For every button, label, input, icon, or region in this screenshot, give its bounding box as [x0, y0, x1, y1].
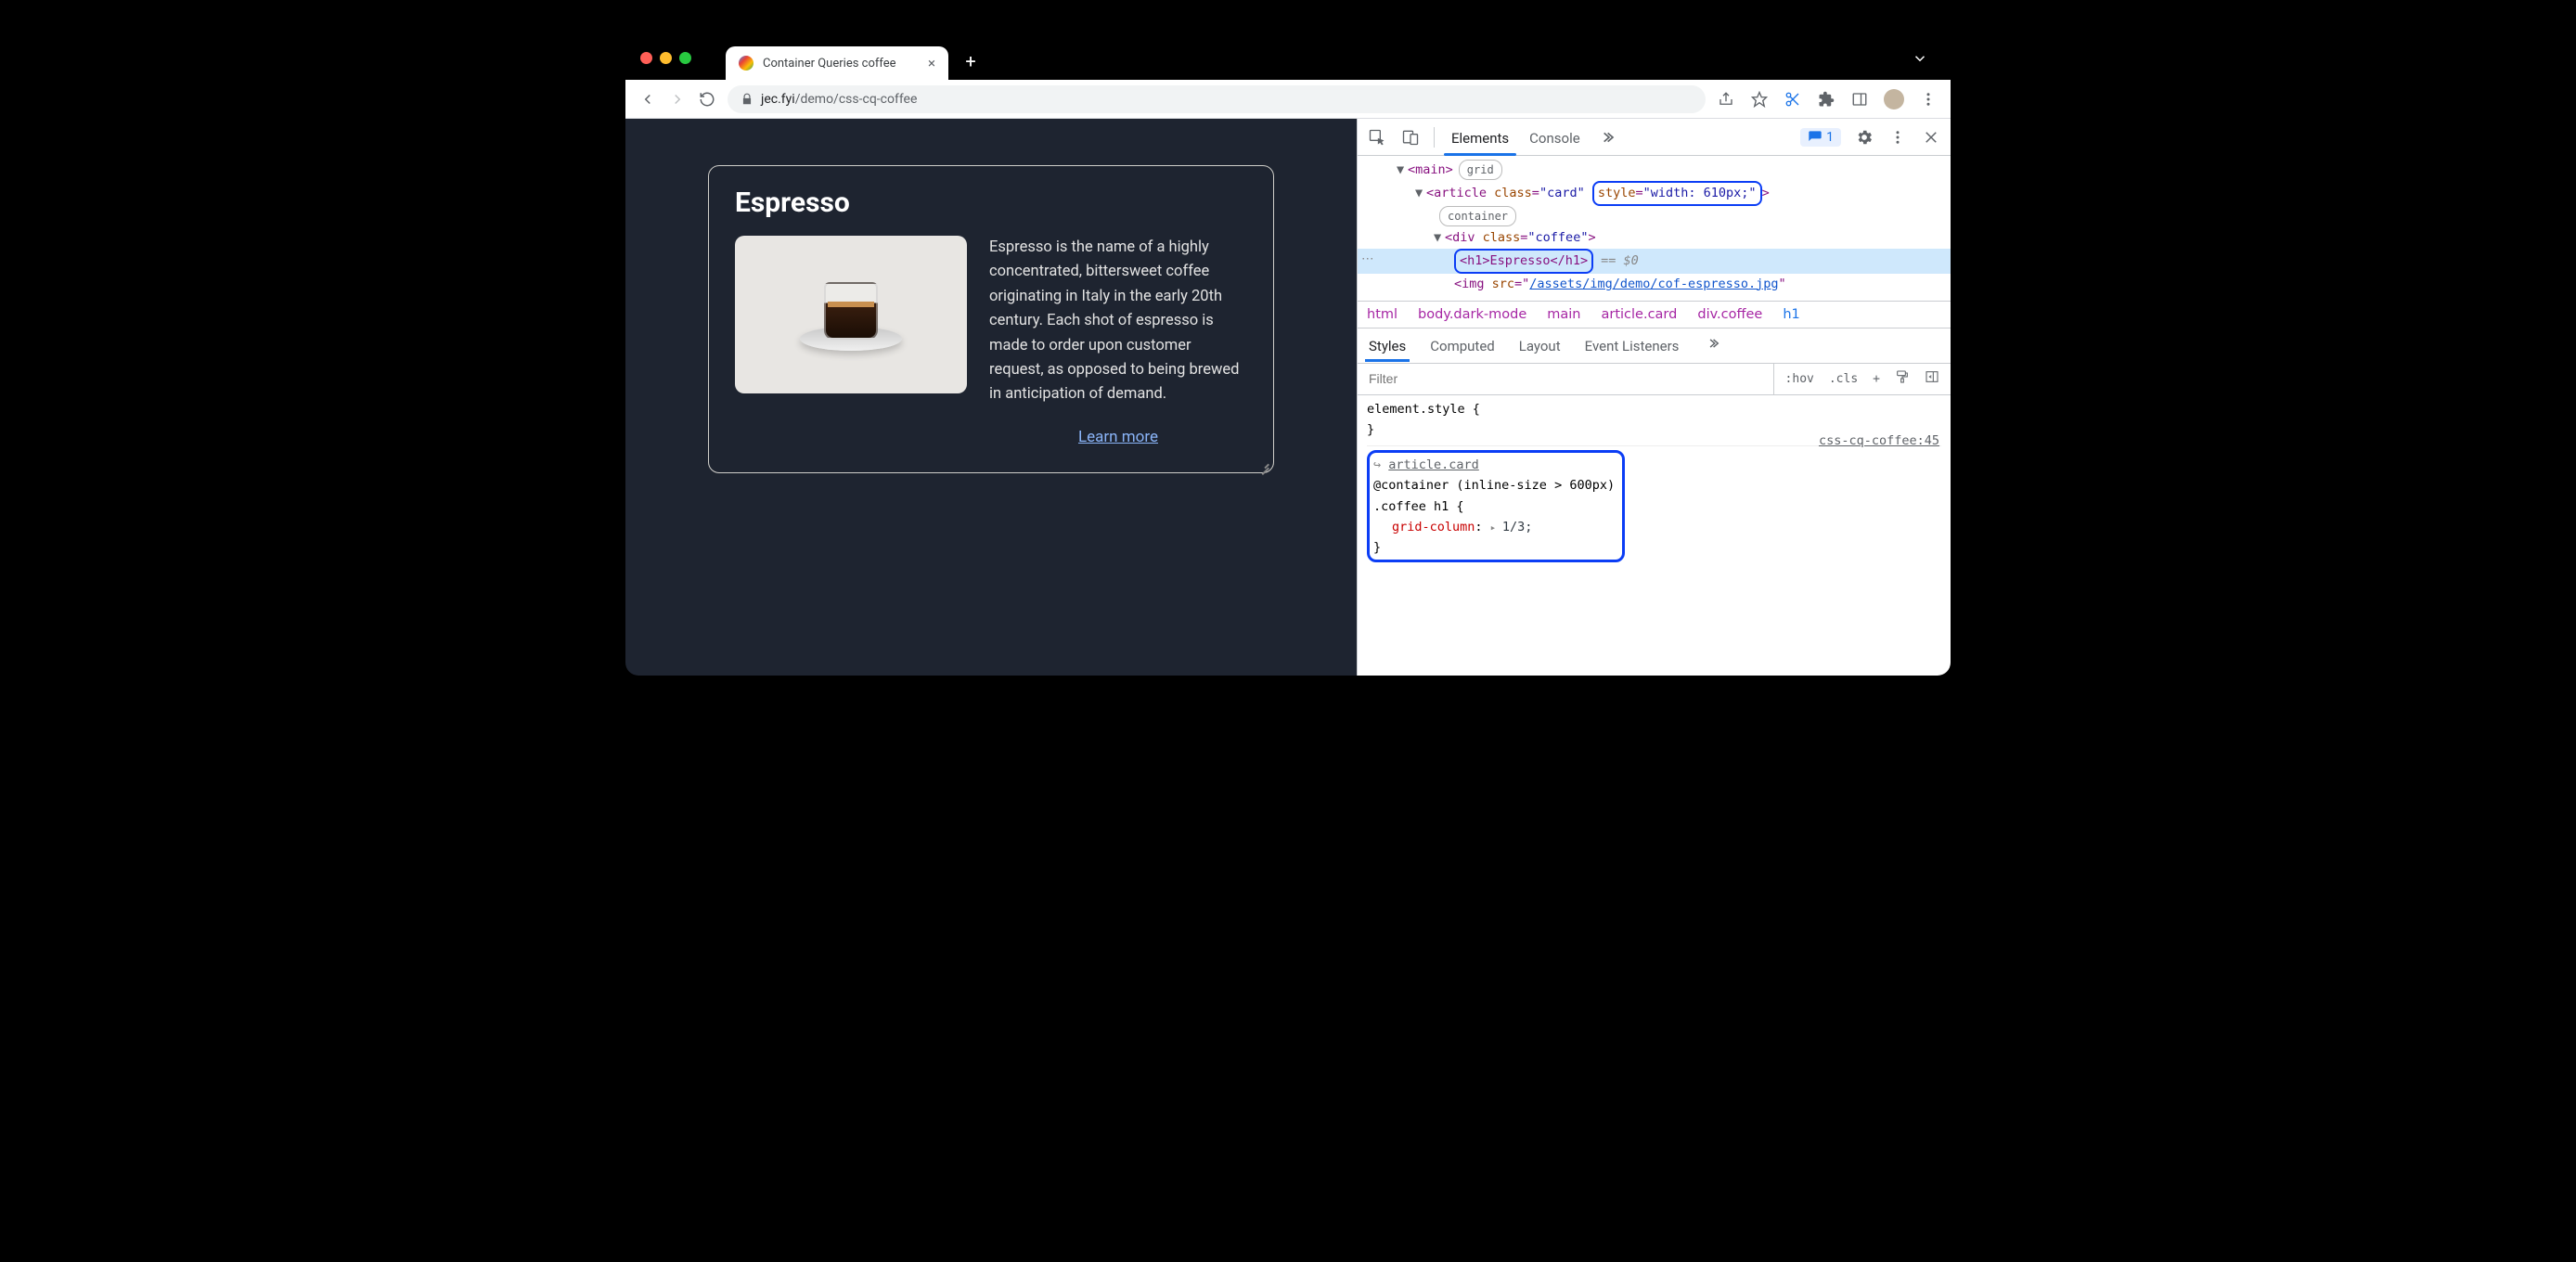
close-tab-icon[interactable]: ×: [928, 55, 935, 71]
bookmark-icon[interactable]: [1750, 90, 1769, 109]
devtools-menu-icon[interactable]: [1887, 127, 1908, 148]
card-heading: Espresso: [735, 187, 1247, 219]
new-rule-button[interactable]: +: [1871, 372, 1882, 386]
container-badge[interactable]: container: [1439, 206, 1516, 226]
back-button[interactable]: [638, 90, 657, 109]
dom-breadcrumb[interactable]: html body.dark-mode main article.card di…: [1358, 301, 1951, 328]
more-styles-tabs-icon[interactable]: [1707, 337, 1719, 354]
new-tab-button[interactable]: +: [958, 48, 984, 74]
tab-title: Container Queries coffee: [763, 57, 896, 71]
resize-handle-icon[interactable]: [1256, 456, 1269, 469]
tab-event-listeners[interactable]: Event Listeners: [1585, 338, 1680, 362]
inspect-element-icon[interactable]: [1367, 127, 1387, 148]
extensions-icon[interactable]: [1817, 90, 1835, 109]
styles-pane-tabs: Styles Computed Layout Event Listeners: [1358, 328, 1951, 364]
crumb-main[interactable]: main: [1547, 307, 1580, 322]
dom-selected-row[interactable]: ⋯ <h1>Espresso</h1> == $0: [1358, 249, 1951, 274]
toggle-sidebar-icon[interactable]: [1923, 369, 1941, 388]
highlight-h1-node: <h1>Espresso</h1>: [1454, 249, 1593, 274]
crumb-h1[interactable]: h1: [1783, 307, 1799, 322]
paint-icon[interactable]: [1893, 369, 1912, 388]
hov-toggle[interactable]: :hov: [1784, 372, 1816, 386]
tab-layout[interactable]: Layout: [1519, 338, 1561, 362]
dom-main[interactable]: <main>: [1408, 162, 1453, 177]
tab-elements[interactable]: Elements: [1448, 130, 1513, 156]
devtools-toolbar: Elements Console 1: [1358, 119, 1951, 156]
grid-badge[interactable]: grid: [1459, 160, 1502, 180]
favicon-icon: [739, 56, 753, 71]
address-bar[interactable]: jec.fyi/demo/css-cq-coffee: [728, 85, 1706, 113]
lock-icon: [741, 93, 753, 106]
crumb-html[interactable]: html: [1367, 307, 1397, 322]
url-path: /demo/css-cq-coffee: [795, 92, 918, 107]
share-icon[interactable]: [1717, 90, 1735, 109]
tab-console[interactable]: Console: [1526, 130, 1584, 156]
window-controls: [640, 52, 691, 64]
styles-filter-row: :hov .cls +: [1358, 364, 1951, 395]
more-tabs-icon[interactable]: [1597, 127, 1617, 148]
element-style-selector[interactable]: element.style {: [1367, 399, 1941, 419]
rule-source-link[interactable]: css-cq-coffee:45: [1819, 431, 1939, 451]
tab-computed[interactable]: Computed: [1430, 338, 1495, 362]
rule-property[interactable]: grid-column: [1392, 520, 1475, 534]
crumb-div[interactable]: div.coffee: [1697, 307, 1762, 322]
highlight-style-attr: style="width: 610px;": [1592, 181, 1762, 206]
settings-icon[interactable]: [1854, 127, 1874, 148]
scissors-icon[interactable]: [1784, 90, 1802, 109]
container-ref-link[interactable]: article.card: [1388, 457, 1479, 472]
sidepanel-icon[interactable]: [1850, 90, 1869, 109]
rule-value[interactable]: 1/3;: [1502, 520, 1533, 534]
rule-selector[interactable]: .coffee h1 {: [1373, 496, 1615, 517]
styles-filter-input[interactable]: [1358, 371, 1773, 386]
selected-indicator: == $0: [1601, 253, 1639, 268]
tab-strip: Container Queries coffee × +: [625, 39, 1951, 80]
profile-avatar[interactable]: [1884, 89, 1904, 109]
page-viewport: Espresso Espresso is the name of a highl…: [625, 119, 1357, 676]
issues-count: 1: [1826, 130, 1834, 145]
minimize-window-icon[interactable]: [660, 52, 672, 64]
forward-button[interactable]: [668, 90, 687, 109]
kebab-menu-icon[interactable]: [1919, 90, 1938, 109]
crumb-body[interactable]: body.dark-mode: [1418, 307, 1526, 322]
browser-toolbar: jec.fyi/demo/css-cq-coffee: [625, 80, 1951, 119]
close-window-icon[interactable]: [640, 52, 652, 64]
window-menu-icon[interactable]: [1912, 50, 1928, 71]
cls-toggle[interactable]: .cls: [1827, 372, 1860, 386]
device-toolbar-icon[interactable]: [1400, 127, 1421, 148]
devtools-panel: Elements Console 1 ▼<main: [1357, 119, 1951, 676]
card-description: Espresso is the name of a highly concent…: [989, 236, 1247, 407]
maximize-window-icon[interactable]: [679, 52, 691, 64]
url-host: jec.fyi: [761, 92, 795, 107]
learn-more-link[interactable]: Learn more: [989, 428, 1247, 446]
row-actions-icon[interactable]: ⋯: [1361, 249, 1374, 270]
container-query: @container (inline-size > 600px): [1373, 475, 1615, 496]
tab-styles[interactable]: Styles: [1369, 338, 1406, 362]
crumb-article[interactable]: article.card: [1601, 307, 1677, 322]
styles-rules[interactable]: element.style { } ↪ article.card @contai…: [1358, 395, 1951, 578]
dom-tree[interactable]: ▼<main>grid ▼<article class="card" style…: [1358, 156, 1951, 301]
img-src-link[interactable]: /assets/img/demo/cof-espresso.jpg: [1529, 277, 1778, 291]
reload-button[interactable]: [698, 90, 716, 109]
coffee-image: [735, 236, 967, 393]
coffee-card: Espresso Espresso is the name of a highl…: [708, 165, 1274, 473]
close-devtools-icon[interactable]: [1921, 127, 1941, 148]
highlight-container-rule: ↪ article.card @container (inline-size >…: [1367, 450, 1625, 562]
browser-window: Container Queries coffee × + jec.fyi/dem…: [625, 39, 1951, 676]
issues-badge[interactable]: 1: [1800, 128, 1841, 147]
browser-tab[interactable]: Container Queries coffee ×: [726, 46, 948, 80]
